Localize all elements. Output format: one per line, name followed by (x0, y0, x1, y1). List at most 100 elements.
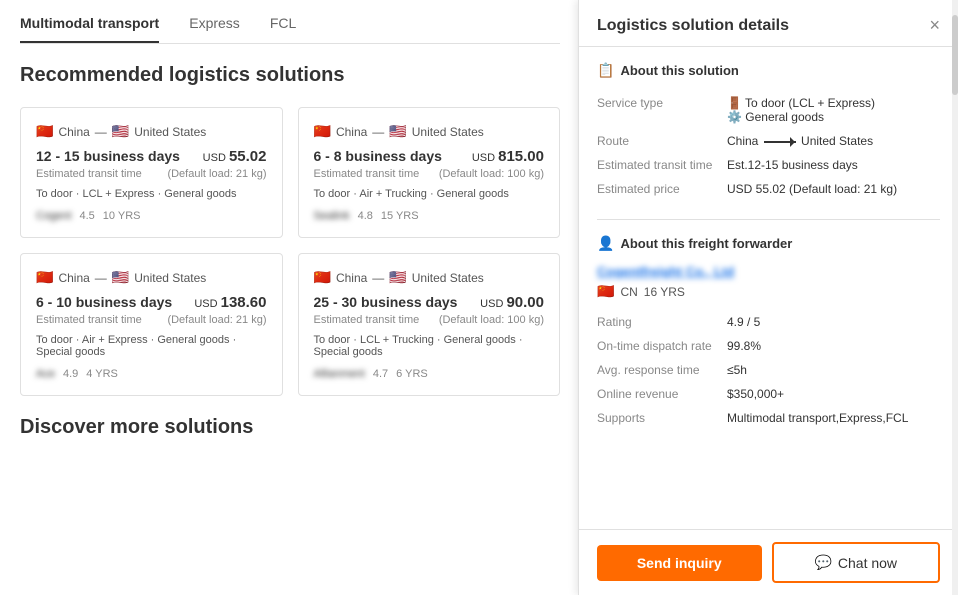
solution-icon: 📋 (597, 62, 614, 79)
close-button[interactable]: × (929, 15, 940, 36)
card-3-from: China (58, 271, 89, 285)
chat-label: Chat now (838, 555, 897, 571)
card-1-route: 🇨🇳 China — 🇺🇸 United States (36, 123, 267, 140)
forwarder-meta: 🇨🇳 CN 16 YRS (597, 283, 940, 300)
card-4-price-row: 25 - 30 business days USD 90.00 (314, 294, 545, 311)
card-3-to: United States (134, 271, 206, 285)
transit-time-key: Estimated transit time (597, 153, 727, 177)
china-flag-4-icon: 🇨🇳 (314, 269, 331, 286)
card-2-yrs: 15 YRS (381, 210, 419, 222)
route-arrow-head (790, 137, 800, 147)
about-solution-label: About this solution (620, 63, 738, 78)
card-1-yrs: 10 YRS (103, 210, 141, 222)
discover-title: Discover more solutions (20, 416, 560, 439)
card-4-price: USD 90.00 (480, 294, 544, 311)
card-2-route: 🇨🇳 China — 🇺🇸 United States (314, 123, 545, 140)
card-2-days: 6 - 8 business days (314, 148, 442, 164)
card-3-price-row: 6 - 10 business days USD 138.60 (36, 294, 267, 311)
card-1-rating: 4.5 (79, 210, 94, 222)
card-3-days: 6 - 10 business days (36, 294, 172, 310)
logistics-detail-panel: Logistics solution details × 📋 About thi… (578, 0, 958, 595)
us-flag-3-icon: 🇺🇸 (112, 269, 129, 286)
route-row: Route China United States (597, 129, 940, 153)
card-2-company: Sealink (314, 210, 350, 222)
card-1-from: China (58, 125, 89, 139)
card-1-to: United States (134, 125, 206, 139)
rating-value: 4.9 / 5 (727, 310, 940, 334)
chat-now-button[interactable]: 💬 Chat now (772, 542, 941, 583)
card-3-yrs: 4 YRS (86, 368, 118, 380)
card-4-yrs: 6 YRS (396, 368, 428, 380)
card-1-price-row: 12 - 15 business days USD 55.02 (36, 148, 267, 165)
china-flag-2-icon: 🇨🇳 (314, 123, 331, 140)
revenue-value: $350,000+ (727, 382, 940, 406)
card-2-from: China (336, 125, 367, 139)
card-2-transit: Estimated transit time (Default load: 10… (314, 168, 545, 180)
forwarder-country: CN (620, 285, 637, 299)
card-4-footer: Allianment 4.7 6 YRS (314, 368, 545, 380)
est-price-row: Estimated price USD 55.02 (Default load:… (597, 177, 940, 201)
card-4-from: China (336, 271, 367, 285)
panel-title: Logistics solution details (597, 17, 789, 35)
rating-row: Rating 4.9 / 5 (597, 310, 940, 334)
scrollbar-thumb[interactable] (952, 15, 958, 95)
supports-key: Supports (597, 406, 727, 430)
cn-flag-icon: 🇨🇳 (597, 283, 614, 300)
forwarder-icon: 👤 (597, 235, 614, 252)
rating-key: Rating (597, 310, 727, 334)
route-value: China United States (727, 129, 940, 153)
logistics-card-3[interactable]: 🇨🇳 China — 🇺🇸 United States 6 - 10 busin… (20, 253, 283, 396)
card-3-company: Ace (36, 368, 55, 380)
logistics-card-4[interactable]: 🇨🇳 China — 🇺🇸 United States 25 - 30 busi… (298, 253, 561, 396)
tab-bar: Multimodal transport Express FCL (20, 0, 560, 44)
tab-multimodal[interactable]: Multimodal transport (20, 15, 159, 43)
card-4-days: 25 - 30 business days (314, 294, 458, 310)
forwarder-yrs: 16 YRS (644, 285, 685, 299)
logistics-card-1[interactable]: 🇨🇳 China — 🇺🇸 United States 12 - 15 busi… (20, 107, 283, 238)
solution-info-table: Service type 🚪 To door (LCL + Express) ⚙… (597, 91, 940, 201)
card-3-service: To door · Air + Express · General goods … (36, 334, 267, 358)
transit-time-value: Est.12-15 business days (727, 153, 940, 177)
route-key: Route (597, 129, 727, 153)
about-solution-header: 📋 About this solution (597, 62, 940, 79)
card-1-price: USD 55.02 (203, 148, 267, 165)
card-3-rating: 4.9 (63, 368, 78, 380)
us-flag-4-icon: 🇺🇸 (389, 269, 406, 286)
card-4-service: To door · LCL + Trucking · General goods… (314, 334, 545, 358)
china-flag-3-icon: 🇨🇳 (36, 269, 53, 286)
card-1-footer: Cogent 4.5 10 YRS (36, 210, 267, 222)
card-1-days: 12 - 15 business days (36, 148, 180, 164)
card-2-price: USD 815.00 (472, 148, 544, 165)
about-forwarder-label: About this freight forwarder (620, 236, 792, 251)
panel-body: 📋 About this solution Service type 🚪 To … (579, 47, 958, 529)
dispatch-value: 99.8% (727, 334, 940, 358)
panel-header: Logistics solution details × (579, 0, 958, 47)
response-row: Avg. response time ≤5h (597, 358, 940, 382)
response-key: Avg. response time (597, 358, 727, 382)
card-3-footer: Ace 4.9 4 YRS (36, 368, 267, 380)
card-1-company: Cogent (36, 210, 71, 222)
logistics-card-2[interactable]: 🇨🇳 China — 🇺🇸 United States 6 - 8 busine… (298, 107, 561, 238)
send-inquiry-button[interactable]: Send inquiry (597, 545, 762, 581)
main-content: Multimodal transport Express FCL Recomme… (0, 0, 580, 595)
card-3-transit: Estimated transit time (Default load: 21… (36, 314, 267, 326)
us-flag-icon: 🇺🇸 (112, 123, 129, 140)
est-price-key: Estimated price (597, 177, 727, 201)
card-4-transit: Estimated transit time (Default load: 10… (314, 314, 545, 326)
panel-footer: Send inquiry 💬 Chat now (579, 529, 958, 595)
about-forwarder-header: 👤 About this freight forwarder (597, 235, 940, 252)
forwarder-name[interactable]: Cogentfreight Co., Ltd (597, 264, 940, 279)
route-arrow-line (764, 141, 796, 143)
us-flag-2-icon: 🇺🇸 (389, 123, 406, 140)
card-1-service: To door · LCL + Express · General goods (36, 188, 267, 200)
revenue-row: Online revenue $350,000+ (597, 382, 940, 406)
china-flag-icon: 🇨🇳 (36, 123, 53, 140)
card-3-price: USD 138.60 (194, 294, 266, 311)
tab-express[interactable]: Express (189, 15, 240, 43)
card-2-rating: 4.8 (358, 210, 373, 222)
card-2-footer: Sealink 4.8 15 YRS (314, 210, 545, 222)
card-2-price-row: 6 - 8 business days USD 815.00 (314, 148, 545, 165)
dispatch-key: On-time dispatch rate (597, 334, 727, 358)
tab-fcl[interactable]: FCL (270, 15, 296, 43)
est-price-value: USD 55.02 (Default load: 21 kg) (727, 177, 940, 201)
